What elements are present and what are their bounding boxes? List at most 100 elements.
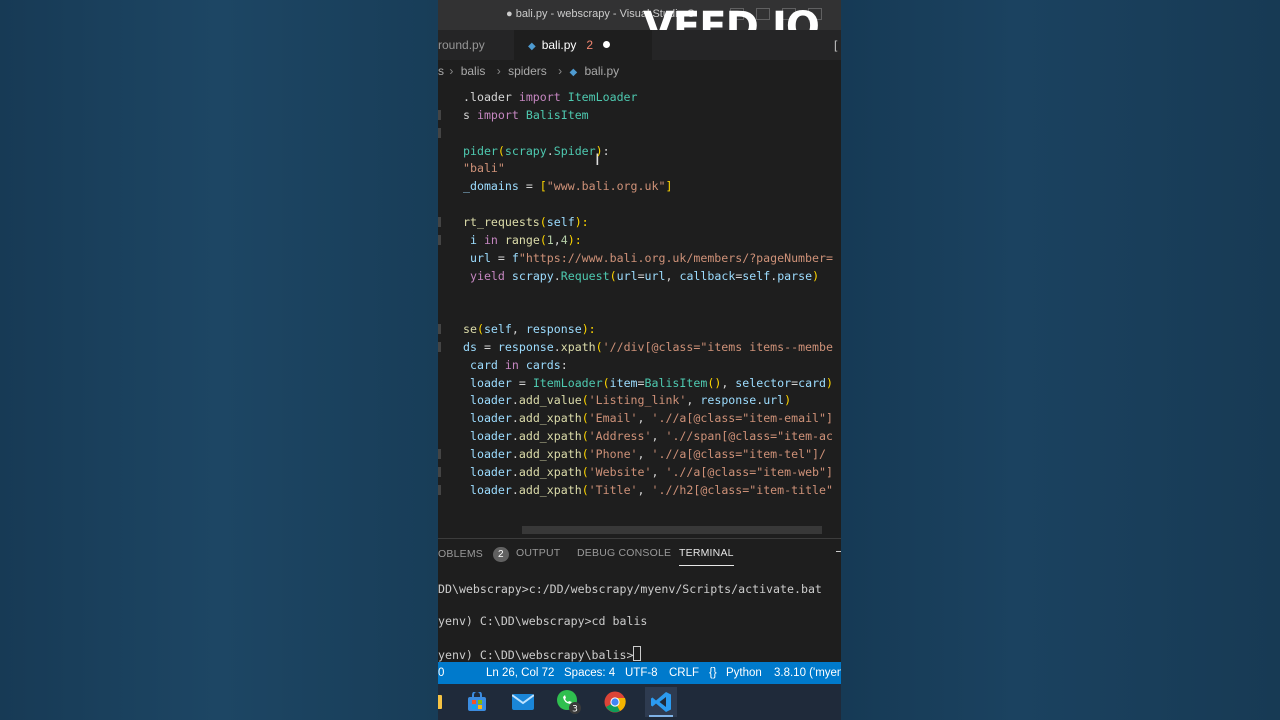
status-indentation[interactable]: Spaces: 4: [564, 662, 615, 684]
code-token: './/a[@class="item-tel"]/: [651, 447, 827, 461]
horizontal-scrollbar[interactable]: [522, 526, 822, 534]
status-eol[interactable]: CRLF: [669, 662, 699, 684]
code-token: .: [546, 143, 554, 158]
code-token: (: [609, 268, 617, 283]
code-token: rt_requests: [463, 214, 540, 229]
code-token: (: [595, 339, 603, 354]
tab-round-py[interactable]: round.py: [438, 30, 510, 60]
panel-menu-icon[interactable]: [836, 551, 841, 552]
code-token: (: [539, 214, 547, 229]
code-token: ,: [637, 482, 652, 497]
vscode-icon[interactable]: [645, 687, 677, 717]
code-token: response: [700, 393, 757, 408]
code-token: callback: [679, 268, 736, 283]
code-line: _domains = ["www.bali.org.uk"]: [463, 177, 672, 195]
code-token: in: [483, 232, 505, 247]
unsaved-dot-icon[interactable]: [603, 41, 611, 48]
tab-output[interactable]: OUTPUT: [516, 547, 560, 559]
code-token: import: [518, 90, 568, 104]
code-token: _domains: [463, 179, 526, 194]
code-token: se: [463, 322, 477, 337]
status-interpreter[interactable]: 3.8.10 ('myenv: [774, 662, 841, 684]
chevron-right-icon: ›: [558, 64, 563, 78]
whatsapp-badge: 3: [572, 705, 578, 715]
code-token: ):: [567, 232, 582, 247]
code-line: card in cards:: [463, 356, 568, 374]
status-cursor-position[interactable]: Ln 26, Col 72: [486, 662, 554, 684]
gutter-fold-marker[interactable]: [438, 466, 441, 477]
status-problems-count[interactable]: 0: [438, 662, 444, 684]
code-line: pider(scrapy.Spider):: [463, 142, 610, 160]
status-encoding[interactable]: UTF-8: [625, 662, 658, 684]
gutter-fold-marker[interactable]: [438, 109, 441, 120]
tab-overflow[interactable]: [: [834, 30, 837, 60]
code-token: 'Phone': [588, 447, 638, 461]
code-token: scrapy: [504, 143, 547, 158]
gutter-fold-marker[interactable]: [438, 127, 441, 138]
code-token: range: [504, 232, 540, 247]
breadcrumb-item-bali-py[interactable]: bali.py: [584, 64, 619, 78]
tab-label: round.py: [438, 38, 485, 52]
status-language[interactable]: Python: [726, 662, 762, 684]
code-token: (: [581, 393, 589, 408]
gutter-fold-marker[interactable]: [438, 324, 441, 335]
code-token: "www.bali.org.uk": [546, 179, 666, 194]
code-token: url: [763, 393, 785, 408]
code-editor[interactable]: I .loader import ItemLoader s import Bali…: [438, 86, 841, 526]
code-token: (: [581, 429, 589, 444]
tab-bali-py[interactable]: ◆ bali.py 2: [514, 30, 652, 60]
code-token: =: [518, 375, 533, 390]
code-line: yield scrapy.Request(url=url, callback=s…: [463, 267, 819, 285]
gutter-fold-marker[interactable]: [438, 341, 441, 352]
code-token: ItemLoader: [532, 375, 603, 390]
code-token: (: [539, 232, 547, 247]
file-explorer-icon[interactable]: [438, 687, 448, 717]
code-token: './/a[@class="item-email"]: [651, 411, 833, 426]
active-indicator: [649, 715, 673, 717]
mail-icon[interactable]: [507, 687, 539, 717]
code-token: loader: [463, 411, 512, 426]
gutter-fold-marker[interactable]: [438, 449, 441, 459]
chrome-icon[interactable]: [599, 687, 631, 717]
braces-icon: {}: [709, 667, 717, 679]
code-token: (: [581, 411, 589, 426]
tab-terminal[interactable]: TERMINAL: [679, 547, 734, 566]
code-token: selector: [735, 375, 792, 390]
python-file-icon: ◆: [528, 41, 536, 52]
code-line: loader.add_xpath('Title', './/h2[@class=…: [463, 481, 833, 499]
gutter-fold-marker[interactable]: [438, 216, 441, 227]
code-token: loader: [463, 447, 512, 461]
code-token: ,: [686, 393, 701, 408]
code-token: ): [826, 375, 834, 390]
whatsapp-icon[interactable]: 3: [553, 687, 585, 717]
code-token: url: [644, 268, 666, 283]
code-token: .: [511, 429, 519, 444]
code-token: ItemLoader: [567, 90, 638, 104]
code-token: (: [602, 375, 610, 390]
breadcrumb-item-spiders[interactable]: spiders: [508, 64, 547, 78]
code-token: =: [483, 339, 498, 354]
terminal-line: DD\webscrapy>c:/DD/webscrapy/myenv/Scrip…: [438, 582, 822, 596]
code-line: "bali": [463, 159, 505, 177]
code-token: parse: [777, 268, 813, 283]
code-line: i in range(1,4):: [463, 231, 582, 249]
gutter-fold-marker[interactable]: [438, 234, 441, 245]
code-token: :: [560, 357, 568, 372]
tab-problems[interactable]: OBLEMS 2: [438, 547, 509, 562]
code-token: ):: [581, 322, 596, 337]
breadcrumb-item-balis[interactable]: balis: [461, 64, 486, 78]
code-token: ds: [463, 339, 484, 354]
code-token: ): [784, 393, 792, 408]
tab-debug-console[interactable]: DEBUG CONSOLE: [577, 547, 671, 559]
code-token: add_xpath: [518, 429, 582, 444]
code-token: .: [511, 411, 519, 426]
code-line: loader.add_xpath('Website', './/a[@class…: [463, 463, 833, 481]
code-token: './/a[@class="item-web"]: [665, 464, 833, 479]
terminal-prompt[interactable]: yenv) C:\DD\webscrapy\balis>: [438, 646, 642, 662]
store-icon[interactable]: [461, 687, 493, 717]
gutter-fold-marker[interactable]: [438, 484, 441, 495]
code-line: loader.add_value('Listing_link', respons…: [463, 391, 791, 409]
terminal-line: yenv) C:\DD\webscrapy\balis>: [438, 648, 634, 662]
code-token: ,: [511, 322, 526, 337]
code-token: self: [483, 322, 512, 337]
